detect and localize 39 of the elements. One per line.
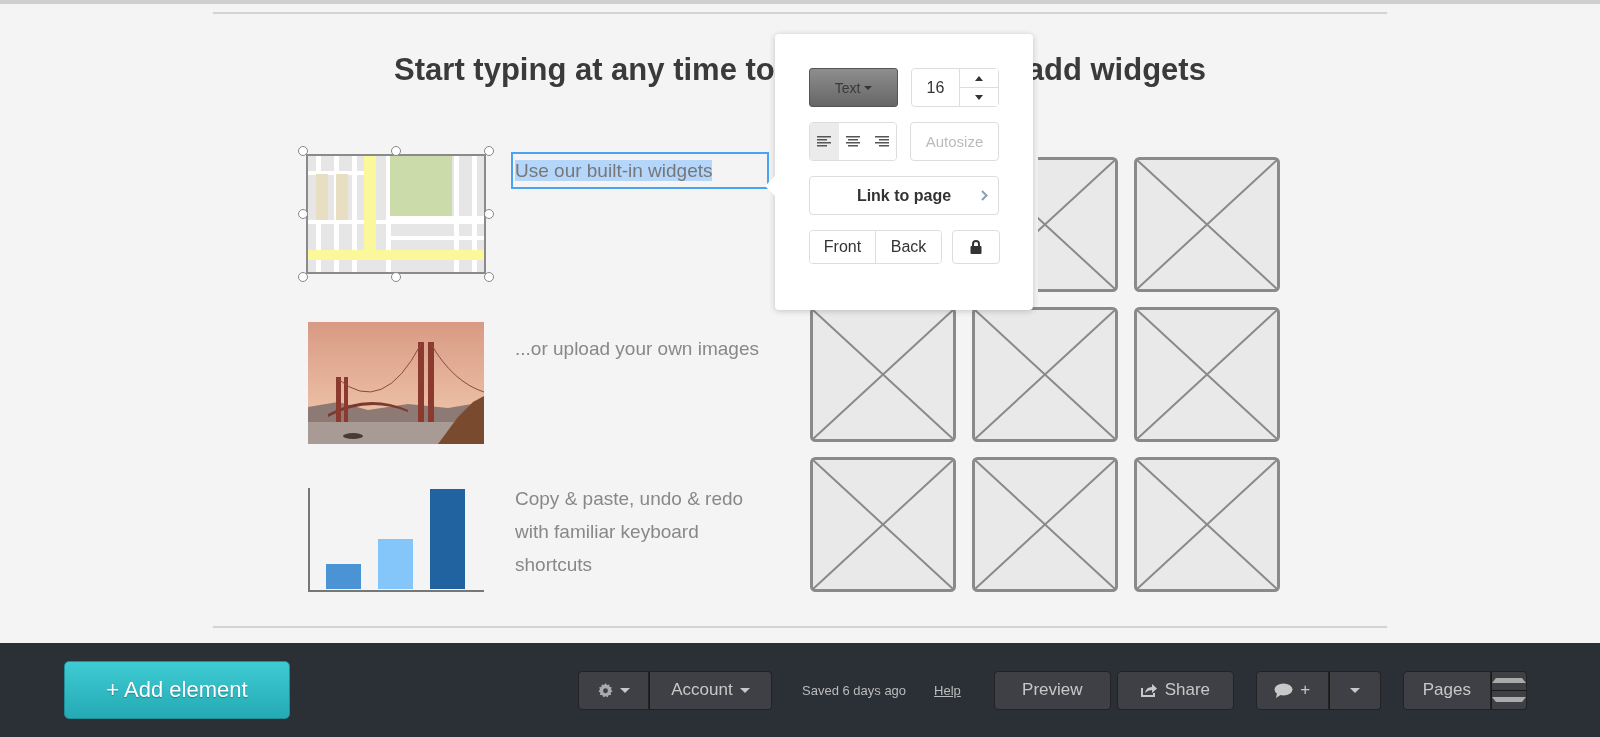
heading-text: Start typing at any time to [394, 52, 775, 88]
resize-handle[interactable] [484, 146, 494, 156]
caret-icon [739, 687, 750, 693]
help-link[interactable]: Help [934, 682, 961, 698]
resize-handle[interactable] [484, 272, 494, 282]
preview-button[interactable]: Preview [993, 670, 1111, 710]
account-dropdown[interactable]: Account [649, 670, 772, 710]
save-status: Saved 6 days ago [802, 682, 907, 698]
font-size-input[interactable]: 16 [912, 69, 960, 106]
pages-button[interactable]: Pages [1402, 670, 1491, 710]
widget-caption: ...or upload your own images [514, 337, 760, 361]
align-left-icon [817, 136, 832, 147]
speech-bubble-icon [1274, 682, 1294, 698]
resize-handle[interactable] [484, 209, 494, 219]
caret-icon [864, 85, 873, 90]
comment-button[interactable]: + [1255, 670, 1329, 710]
widget-caption: Copy & paste, undo & redo with familiar keyboard shortcuts [514, 487, 745, 577]
share-icon [1140, 683, 1158, 697]
align-right-icon [874, 136, 889, 147]
link-to-page-button[interactable]: Link to page [809, 176, 999, 215]
align-center-icon [846, 136, 860, 147]
lock-icon [970, 240, 982, 254]
caret-icon [1349, 687, 1360, 693]
resize-handle[interactable] [298, 146, 308, 156]
resize-handle[interactable] [391, 146, 401, 156]
order-button[interactable]: Back [875, 231, 941, 263]
align-button[interactable] [810, 123, 839, 160]
chevron-right-icon [981, 190, 988, 201]
resize-handle[interactable] [298, 209, 308, 219]
settings-icon [597, 682, 613, 698]
settings-dropdown[interactable] [578, 670, 649, 710]
share-button[interactable]: Share [1116, 670, 1234, 710]
caret-icon [619, 687, 630, 693]
resize-handle[interactable] [391, 272, 401, 282]
decrement-button[interactable] [960, 87, 998, 106]
resize-handle[interactable] [298, 272, 308, 282]
page-stepper[interactable] [1490, 670, 1527, 710]
lock-button[interactable] [952, 230, 1000, 264]
font-size-stepper[interactable]: 16 [911, 68, 999, 107]
